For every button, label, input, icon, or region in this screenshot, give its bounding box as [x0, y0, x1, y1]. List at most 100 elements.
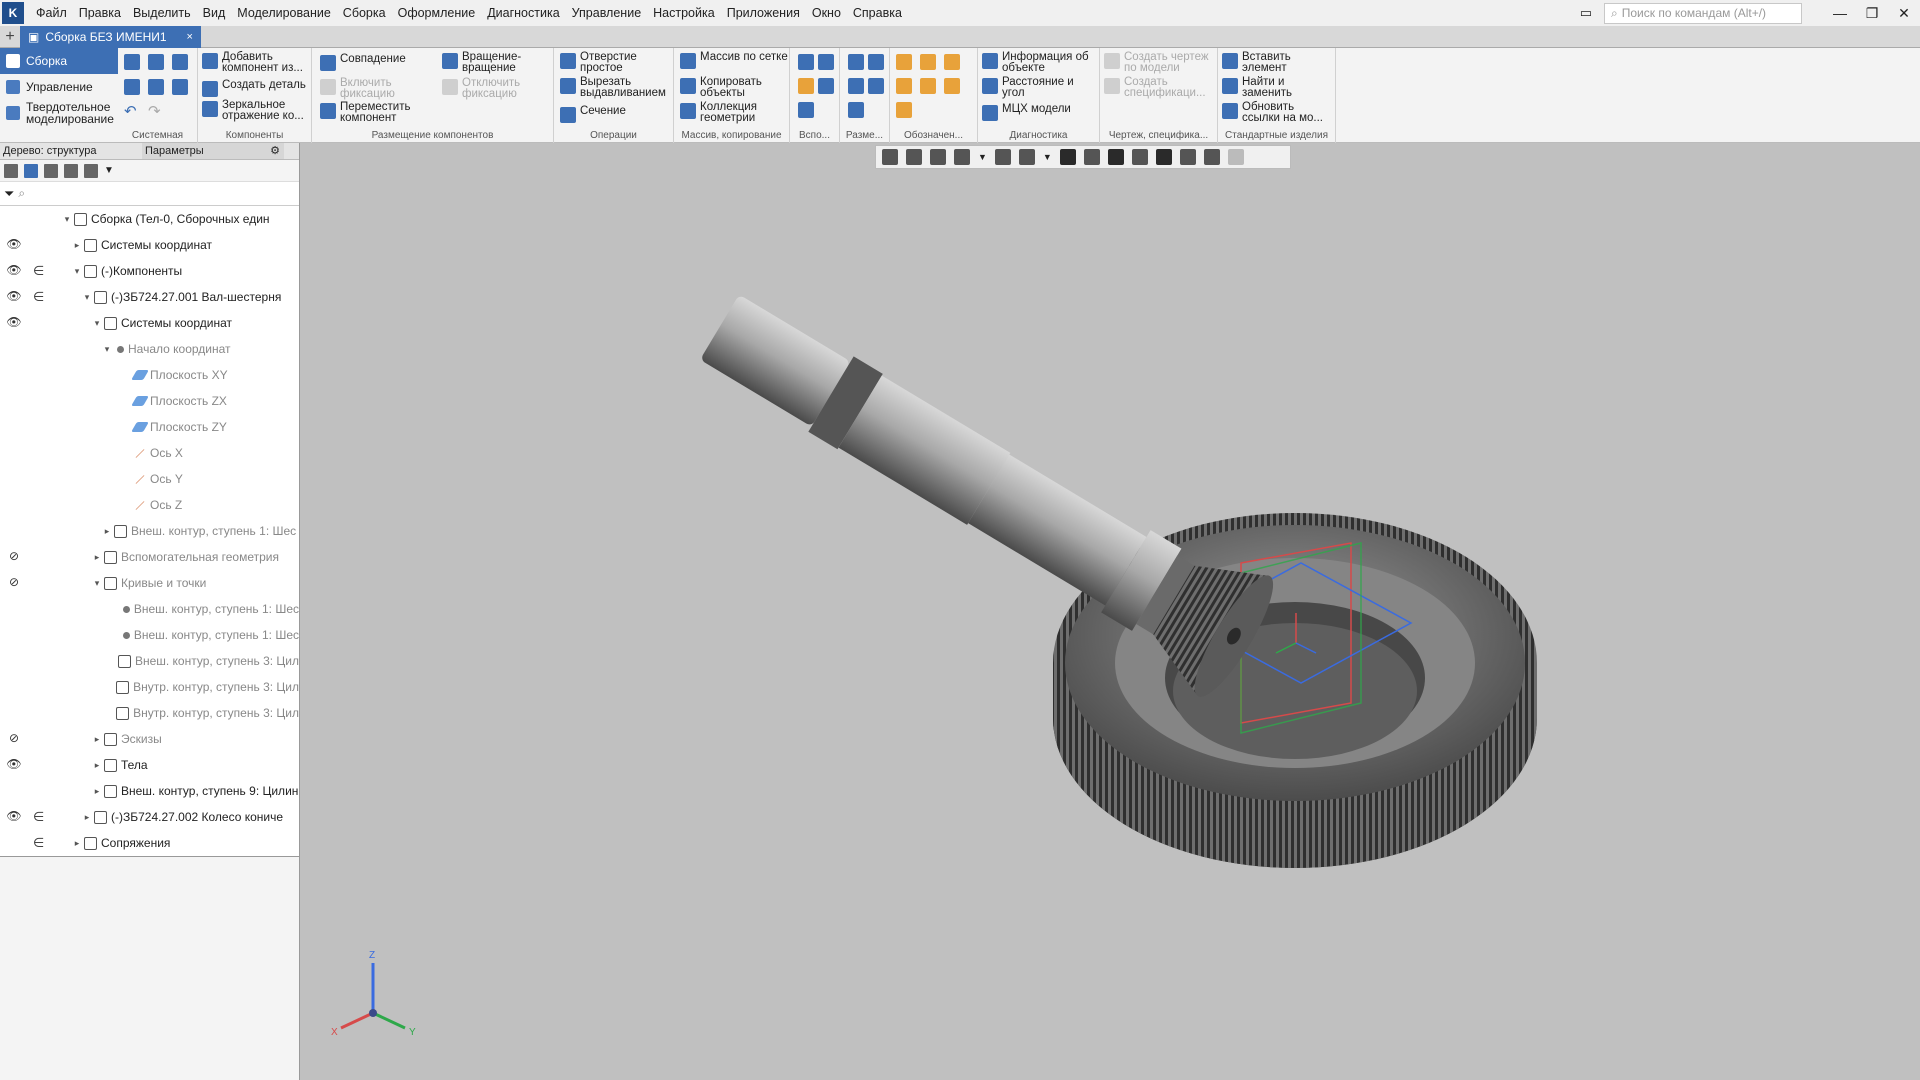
angle-dimension-icon[interactable] [868, 78, 884, 94]
tree-row[interactable]: Плоскость ZX [0, 388, 299, 414]
expand-arrow-icon[interactable]: ▸ [82, 812, 92, 823]
minimize-icon[interactable]: — [1824, 0, 1856, 26]
visibility-icon[interactable]: 👁 [6, 758, 22, 770]
chevron-down-icon[interactable]: ▼ [104, 165, 114, 176]
include-icon[interactable]: ∈ [33, 809, 44, 825]
mode-solid-modeling[interactable]: Твердотельное моделирование [0, 100, 118, 126]
visibility-icon[interactable] [6, 420, 22, 432]
menu-item[interactable]: Приложения [721, 0, 806, 26]
thread-icon[interactable] [944, 78, 960, 94]
tree-row[interactable]: ▾ Начало координат [0, 336, 299, 362]
visibility-icon[interactable]: 👁 [6, 264, 22, 276]
open-file-icon[interactable] [148, 54, 164, 70]
tree-row[interactable]: Ось Y [0, 466, 299, 492]
visibility-icon[interactable]: 👁 [6, 810, 22, 822]
distance-angle-button[interactable]: Расстояние и угол [982, 76, 1098, 99]
expand-arrow-icon[interactable]: ▾ [72, 266, 82, 277]
menu-item[interactable]: Моделирование [231, 0, 337, 26]
visibility-icon[interactable] [6, 498, 22, 510]
enable-fix-button[interactable]: Включить фиксацию [320, 77, 420, 100]
tree-row[interactable]: Внеш. контур, ступень 3: Цил [0, 648, 299, 674]
section-button[interactable]: Сечение [560, 105, 670, 123]
leader-icon[interactable] [896, 78, 912, 94]
app-logo-icon[interactable]: K [2, 2, 24, 24]
expand-arrow-icon[interactable]: ▸ [92, 552, 102, 563]
visibility-icon[interactable] [6, 628, 22, 640]
visibility-icon[interactable]: 👁 [6, 290, 22, 302]
structure-view-icon[interactable] [24, 163, 38, 178]
copy-objects-button[interactable]: Копировать объекты [680, 76, 788, 99]
visibility-icon[interactable] [6, 368, 22, 380]
undo-icon[interactable]: ↶ [124, 102, 137, 120]
expand-arrow-icon[interactable]: ▾ [82, 292, 92, 303]
tree-row[interactable]: ▾ Сборка (Тел-0, Сборочных един [0, 206, 299, 232]
expand-arrow-icon[interactable]: ▾ [92, 318, 102, 329]
tree-row[interactable]: 👁 ▸ Тела [0, 752, 299, 778]
new-file-icon[interactable] [124, 54, 140, 70]
offset-plane-icon[interactable] [798, 78, 814, 94]
expand-arrow-icon[interactable]: ▸ [72, 838, 82, 849]
visibility-icon[interactable] [6, 394, 22, 406]
visibility-icon[interactable]: ⊘ [6, 576, 22, 588]
radius-dimension-icon[interactable] [848, 78, 864, 94]
tab-parameters[interactable]: Параметры ⚙ [142, 143, 284, 159]
expand-arrow-icon[interactable]: ▸ [92, 734, 102, 745]
menu-item[interactable]: Настройка [647, 0, 721, 26]
expand-arrow-icon[interactable]: ▸ [92, 760, 102, 771]
menu-item[interactable]: Выделить [127, 0, 197, 26]
line-icon[interactable] [798, 102, 814, 118]
visibility-icon[interactable]: 👁 [6, 316, 22, 328]
tree-row[interactable]: 👁 ∈ ▾ (-)Компоненты [0, 258, 299, 284]
object-info-button[interactable]: Информация об объекте [982, 51, 1098, 74]
geometry-collection-button[interactable]: Коллекция геометрии [680, 101, 788, 124]
menu-item[interactable]: Файл [30, 0, 73, 26]
expand-arrow-icon[interactable]: ▸ [102, 526, 112, 537]
disable-fix-button[interactable]: Отключить фиксацию [442, 77, 550, 100]
menu-item[interactable]: Окно [806, 0, 847, 26]
gear-icon[interactable]: ⚙ [270, 144, 280, 157]
mode-assembly[interactable]: Сборка [0, 48, 118, 74]
visibility-icon[interactable]: ⊘ [6, 550, 22, 562]
visibility-icon[interactable] [6, 602, 22, 614]
tab-tree-structure[interactable]: Дерево: структура [0, 143, 142, 159]
move-component-button[interactable]: Переместить компонент [320, 101, 420, 124]
tree-row[interactable]: 👁 ∈ ▸ (-)ЗБ724.27.002 Колесо кониче [0, 804, 299, 830]
tree-row[interactable]: ▸ Внеш. контур, ступень 1: Шес [0, 518, 299, 544]
new-tab-button[interactable]: + [0, 28, 20, 46]
save-all-icon[interactable] [172, 79, 188, 95]
menu-item[interactable]: Оформление [392, 0, 482, 26]
tab-document[interactable]: ▣ Сборка БЕЗ ИМЕНИ1 × [20, 25, 201, 48]
insert-element-button[interactable]: Вставить элемент [1222, 51, 1334, 74]
tree-row[interactable]: Плоскость XY [0, 362, 299, 388]
tree-row[interactable]: Плоскость ZY [0, 414, 299, 440]
find-replace-button[interactable]: Найти и заменить [1222, 76, 1334, 99]
filter-icon[interactable]: ⏷ [4, 186, 14, 202]
save-icon[interactable] [172, 54, 188, 70]
tree-row[interactable]: 👁 ▸ Системы координат [0, 232, 299, 258]
close-icon[interactable]: ✕ [1888, 0, 1920, 26]
expand-arrow-icon[interactable]: ▸ [92, 786, 102, 797]
visibility-icon[interactable]: ⊘ [6, 732, 22, 744]
filter-view-icon[interactable] [44, 163, 58, 178]
hierarchy-icon[interactable] [84, 163, 98, 178]
include-icon[interactable]: ∈ [33, 263, 44, 279]
visibility-icon[interactable]: 👁 [6, 238, 22, 250]
visibility-icon[interactable] [6, 784, 22, 796]
add-component-button[interactable]: Добавить компонент из... [202, 51, 310, 74]
visibility-icon[interactable] [6, 446, 22, 458]
mirror-component-button[interactable]: Зеркальное отражение ко... [202, 99, 310, 122]
mass-properties-button[interactable]: МЦХ модели [982, 103, 1098, 121]
grid-array-button[interactable]: Массив по сетке [680, 51, 788, 69]
grid-view-icon[interactable] [64, 163, 78, 178]
linear-dimension-icon[interactable] [848, 54, 864, 70]
tolerance-icon[interactable] [944, 54, 960, 70]
visibility-icon[interactable] [6, 836, 22, 848]
menu-item[interactable]: Управление [566, 0, 648, 26]
tree-row[interactable]: ∈ ▸ Сопряжения [0, 830, 299, 856]
include-icon[interactable]: ∈ [33, 835, 44, 851]
tree-row[interactable]: ⊘ ▸ Эскизы [0, 726, 299, 752]
tree-row[interactable]: 👁 ▾ Системы координат [0, 310, 299, 336]
rotate-rotate-button[interactable]: Вращение-вращение [442, 51, 550, 74]
menu-item[interactable]: Сборка [337, 0, 392, 26]
tree-row[interactable]: Внеш. контур, ступень 1: Шес [0, 622, 299, 648]
